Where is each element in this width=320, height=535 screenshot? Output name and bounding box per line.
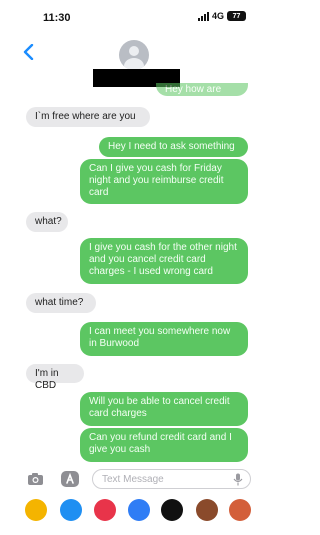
photos-app-icon[interactable]: [25, 499, 47, 521]
fitness-app-icon[interactable]: [161, 499, 183, 521]
message-input[interactable]: Text Message: [92, 469, 251, 489]
animoji-app-icon[interactable]: [229, 499, 251, 521]
clock: 11:30: [43, 12, 71, 24]
search-images-app-icon[interactable]: [94, 499, 116, 521]
camera-icon[interactable]: [27, 472, 44, 486]
app-store-app-icon[interactable]: [60, 499, 82, 521]
battery-icon: 77: [227, 11, 246, 21]
message-composer: Text Message: [0, 466, 262, 492]
message-outgoing[interactable]: I give you cash for the other night and …: [80, 238, 248, 284]
contact-avatar[interactable]: [119, 40, 149, 70]
status-indicators: 4G 77: [197, 11, 246, 21]
message-incoming[interactable]: I'm in CBD: [26, 364, 84, 391]
message-outgoing[interactable]: Can I give you cash for Friday night and…: [80, 159, 248, 204]
message-text: I can meet you somewhere now in Burwood: [89, 326, 231, 349]
status-bar: 11:30 4G 77: [0, 0, 262, 32]
message-text: what time?: [35, 297, 84, 308]
message-incoming[interactable]: what?: [26, 212, 68, 232]
message-outgoing[interactable]: Will you be able to cancel credit card c…: [80, 392, 248, 426]
battery-level: 77: [232, 12, 241, 20]
microphone-icon[interactable]: [233, 473, 243, 486]
imessage-app-drawer: [0, 493, 262, 529]
message-text: Can I give you cash for Friday night and…: [89, 163, 224, 198]
avatar-head: [129, 46, 139, 56]
message-outgoing[interactable]: Can you refund credit card and I give yo…: [80, 428, 248, 462]
app-store-icon[interactable]: [60, 470, 80, 488]
message-outgoing[interactable]: Hey I need to ask something: [99, 137, 248, 157]
message-text: Hey how are you: [165, 84, 222, 95]
message-text: I give you cash for the other night and …: [89, 242, 237, 277]
back-chevron-icon[interactable]: [22, 44, 34, 60]
digital-touch-app-icon[interactable]: [128, 499, 150, 521]
message-text: Hey I need to ask something: [108, 141, 235, 152]
message-text: Will you be able to cancel credit card c…: [89, 396, 230, 419]
message-text: Can you refund credit card and I give yo…: [89, 432, 232, 455]
message-incoming[interactable]: what time?: [26, 293, 96, 313]
message-text: what?: [35, 216, 62, 227]
message-text: I'm in CBD: [35, 368, 59, 391]
conversation-header: [0, 32, 262, 90]
memoji-app-icon[interactable]: [196, 499, 218, 521]
message-outgoing-partial[interactable]: Hey how are you: [156, 83, 248, 96]
message-input-placeholder: Text Message: [102, 474, 164, 485]
message-text: I`m free where are you: [35, 111, 136, 122]
network-type: 4G: [211, 11, 224, 21]
message-incoming[interactable]: I`m free where are you: [26, 107, 150, 127]
message-outgoing[interactable]: I can meet you somewhere now in Burwood: [80, 322, 248, 356]
cellular-signal-icon: [197, 11, 209, 21]
